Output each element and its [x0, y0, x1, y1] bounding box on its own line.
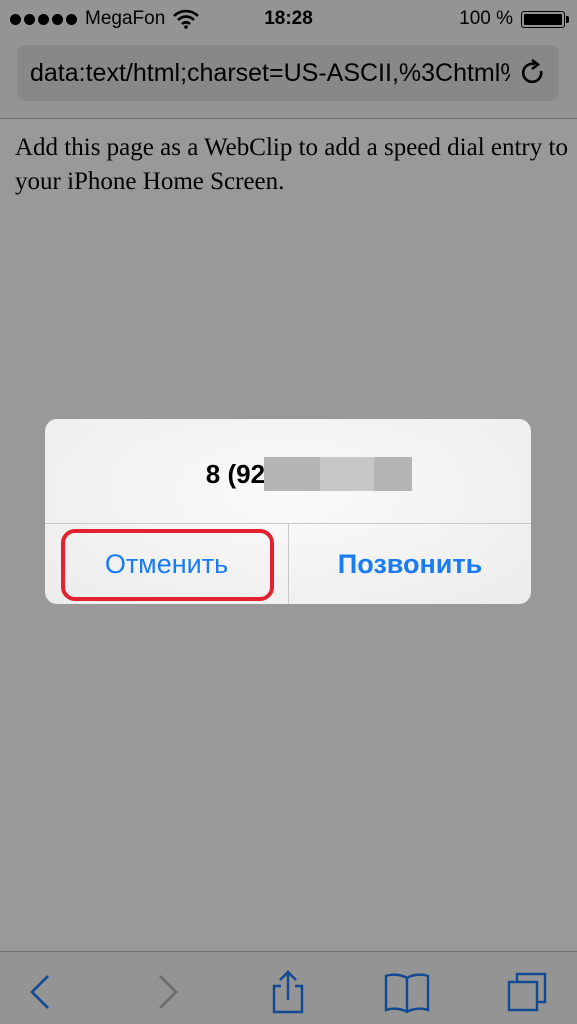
alert-message: 8 (926)	[45, 457, 531, 491]
cancel-highlight-annotation	[61, 529, 274, 601]
redacted-phone-digits	[264, 457, 412, 491]
call-button[interactable]: Позвонить	[289, 524, 531, 604]
